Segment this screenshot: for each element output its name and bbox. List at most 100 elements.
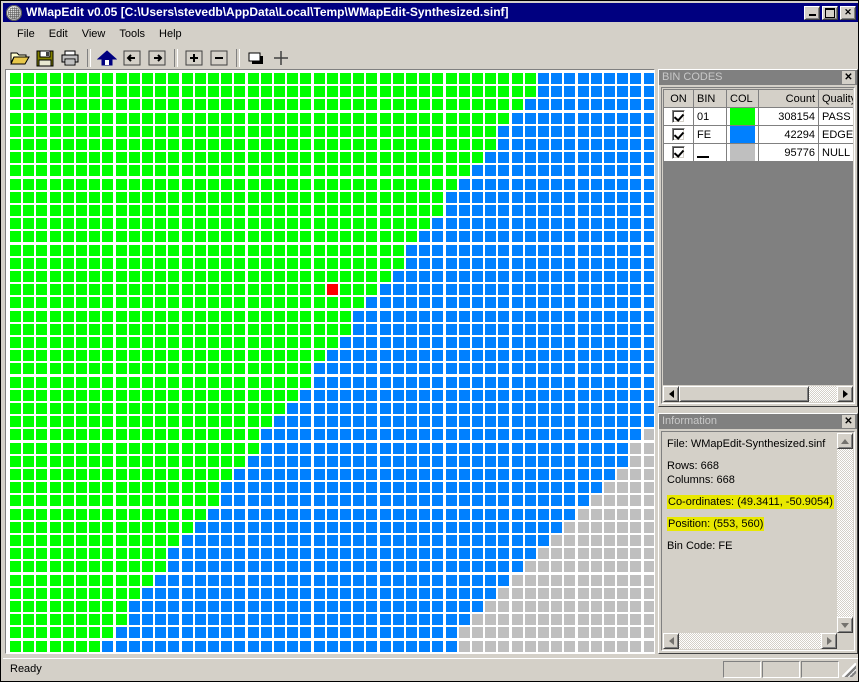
- wafer-cell[interactable]: [485, 442, 497, 454]
- wafer-cell[interactable]: [643, 337, 654, 348]
- wafer-cell[interactable]: [326, 640, 338, 652]
- wafer-cell[interactable]: [36, 125, 48, 137]
- wafer-cell[interactable]: [128, 574, 140, 586]
- wafer-cell[interactable]: [313, 139, 325, 150]
- wafer-cell[interactable]: [128, 442, 140, 454]
- wafer-cell[interactable]: [458, 99, 470, 111]
- wafer-cell[interactable]: [604, 469, 615, 480]
- wafer-cell[interactable]: [23, 627, 35, 639]
- wafer-cell[interactable]: [643, 271, 654, 282]
- wafer-cell[interactable]: [128, 455, 140, 467]
- wafer-cell[interactable]: [221, 297, 233, 309]
- wafer-cell[interactable]: [36, 271, 48, 282]
- wafer-cell[interactable]: [564, 561, 576, 573]
- wafer-cell[interactable]: [458, 218, 470, 230]
- wafer-cell[interactable]: [300, 508, 312, 520]
- wafer-cell[interactable]: [142, 337, 153, 348]
- open-file-button[interactable]: [8, 46, 32, 69]
- wafer-cell[interactable]: [630, 535, 642, 546]
- wafer-cell[interactable]: [313, 469, 325, 480]
- wafer-cell[interactable]: [128, 99, 140, 111]
- wafer-cell[interactable]: [247, 191, 259, 203]
- wafer-cell[interactable]: [62, 548, 74, 560]
- wafer-cell[interactable]: [102, 244, 114, 256]
- wafer-cell[interactable]: [564, 139, 576, 150]
- wafer-cell[interactable]: [511, 99, 523, 111]
- wafer-cell[interactable]: [300, 99, 312, 111]
- wafer-cell[interactable]: [353, 587, 365, 599]
- wafer-cell[interactable]: [551, 323, 563, 335]
- wafer-cell[interactable]: [538, 310, 549, 322]
- wafer-cell[interactable]: [379, 165, 391, 177]
- wafer-cell[interactable]: [406, 231, 417, 243]
- wafer-cell[interactable]: [181, 152, 193, 164]
- wafer-cell[interactable]: [23, 231, 35, 243]
- wafer-cell[interactable]: [551, 627, 563, 639]
- wafer-cell[interactable]: [10, 284, 21, 296]
- wafer-cell[interactable]: [511, 574, 523, 586]
- wafer-cell[interactable]: [590, 455, 602, 467]
- wafer-cell[interactable]: [551, 403, 563, 414]
- wafer-cell[interactable]: [260, 323, 272, 335]
- wafer-cell[interactable]: [485, 178, 497, 190]
- wafer-cell[interactable]: [406, 257, 417, 269]
- wafer-cell[interactable]: [194, 257, 206, 269]
- wafer-cell[interactable]: [392, 614, 404, 626]
- wafer-cell[interactable]: [458, 508, 470, 520]
- wafer-cell[interactable]: [643, 574, 654, 586]
- wafer-cell[interactable]: [379, 86, 391, 98]
- wafer-cell[interactable]: [353, 416, 365, 428]
- wafer-cell[interactable]: [366, 535, 378, 546]
- wafer-cell[interactable]: [472, 389, 483, 401]
- wafer-cell[interactable]: [392, 139, 404, 150]
- wafer-cell[interactable]: [76, 257, 87, 269]
- wafer-cell[interactable]: [432, 363, 444, 375]
- wafer-cell[interactable]: [128, 218, 140, 230]
- wafer-cell[interactable]: [36, 205, 48, 216]
- wafer-cell[interactable]: [260, 508, 272, 520]
- wafer-cell[interactable]: [419, 601, 431, 612]
- wafer-cell[interactable]: [366, 297, 378, 309]
- wafer-cell[interactable]: [287, 429, 299, 441]
- wafer-cell[interactable]: [221, 178, 233, 190]
- wafer-cell[interactable]: [168, 574, 180, 586]
- wafer-cell[interactable]: [287, 508, 299, 520]
- wafer-cell[interactable]: [76, 337, 87, 348]
- wafer-cell[interactable]: [511, 323, 523, 335]
- wafer-cell[interactable]: [115, 455, 127, 467]
- wafer-cell[interactable]: [274, 640, 285, 652]
- wafer-cell[interactable]: [577, 165, 589, 177]
- wafer-cell[interactable]: [115, 231, 127, 243]
- wafer-cell[interactable]: [643, 548, 654, 560]
- wafer-cell[interactable]: [392, 495, 404, 507]
- wafer-cell[interactable]: [617, 73, 629, 84]
- wafer-cell[interactable]: [419, 561, 431, 573]
- wafer-cell[interactable]: [419, 257, 431, 269]
- wafer-cell[interactable]: [313, 323, 325, 335]
- wafer-cell[interactable]: [617, 482, 629, 494]
- wafer-cell[interactable]: [564, 442, 576, 454]
- wafer-cell[interactable]: [379, 125, 391, 137]
- wafer-cell[interactable]: [181, 363, 193, 375]
- information-scroll-up-button[interactable]: [837, 433, 853, 449]
- wafer-cell[interactable]: [511, 363, 523, 375]
- wafer-cell[interactable]: [287, 125, 299, 137]
- wafer-cell[interactable]: [260, 205, 272, 216]
- wafer-cell[interactable]: [234, 442, 246, 454]
- wafer-cell[interactable]: [340, 535, 351, 546]
- wafer-cell[interactable]: [564, 257, 576, 269]
- wafer-cell[interactable]: [128, 191, 140, 203]
- wafer-cell[interactable]: [419, 99, 431, 111]
- wafer-cell[interactable]: [194, 191, 206, 203]
- wafer-cell[interactable]: [392, 535, 404, 546]
- wafer-cell[interactable]: [485, 535, 497, 546]
- wafer-cell[interactable]: [498, 297, 510, 309]
- wafer-cell[interactable]: [221, 495, 233, 507]
- wafer-cell[interactable]: [234, 455, 246, 467]
- wafer-cell[interactable]: [604, 429, 615, 441]
- wafer-cell[interactable]: [194, 310, 206, 322]
- wafer-cell[interactable]: [577, 323, 589, 335]
- wafer-cell[interactable]: [458, 297, 470, 309]
- wafer-cell[interactable]: [260, 640, 272, 652]
- wafer-cell[interactable]: [643, 125, 654, 137]
